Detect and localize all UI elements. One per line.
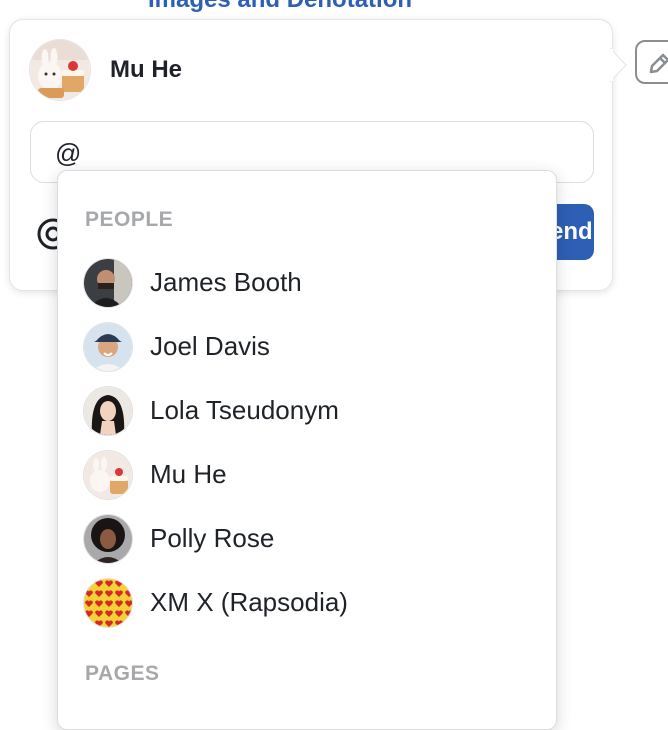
card-pointer	[610, 48, 627, 82]
cake-bunny-avatar	[84, 451, 132, 499]
person-name: XM X (Rapsodia)	[150, 587, 348, 617]
mention-dropdown: PEOPLE James Booth Joel Davis Lola Tseud…	[57, 170, 557, 730]
person-option[interactable]: Mu He	[58, 443, 556, 507]
page-heading: Images and Denotation	[148, 0, 412, 14]
author-avatar	[30, 40, 90, 100]
person-name: Mu He	[150, 459, 227, 489]
person-name: James Booth	[150, 267, 302, 297]
pages-section-label: PAGES	[85, 662, 160, 685]
dark-hair-photo-avatar	[84, 387, 132, 435]
edit-button[interactable]	[635, 40, 668, 84]
dark-photo-avatar	[84, 259, 132, 307]
pencil-icon	[649, 53, 668, 74]
hearts-pattern-avatar	[84, 579, 132, 627]
author-name: Mu He	[110, 56, 182, 83]
person-name: Lola Tseudonym	[150, 395, 339, 425]
person-name: Polly Rose	[150, 523, 275, 553]
person-name: Joel Davis	[150, 331, 270, 361]
comment-input-value: @	[55, 138, 82, 168]
person-option[interactable]: Joel Davis	[58, 315, 556, 379]
person-option[interactable]: Lola Tseudonym	[58, 379, 556, 443]
person-option[interactable]: James Booth	[58, 251, 556, 315]
person-option[interactable]: Polly Rose	[58, 507, 556, 571]
cap-photo-avatar	[84, 323, 132, 371]
person-option[interactable]: XM X (Rapsodia)	[58, 571, 556, 635]
curly-hair-photo-avatar	[84, 515, 132, 563]
people-section-label: PEOPLE	[85, 208, 174, 231]
